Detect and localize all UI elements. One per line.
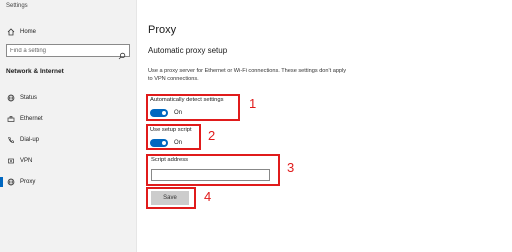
app-title: Settings: [6, 3, 28, 9]
home-icon: [7, 28, 15, 36]
annotation-box: [146, 124, 201, 150]
section-title: Automatic proxy setup: [148, 46, 228, 55]
sidebar-item-label: Proxy: [20, 179, 36, 185]
section-heading: Network & Internet: [6, 68, 64, 75]
sidebar-item-vpn[interactable]: VPN: [0, 154, 136, 168]
annotation-number: 2: [208, 128, 216, 143]
sidebar-item-label: VPN: [20, 158, 33, 164]
sidebar-item-label: Ethernet: [20, 116, 43, 122]
sidebar-item-dial-up[interactable]: Dial-up: [0, 133, 136, 147]
annotation-box: [146, 187, 196, 209]
sidebar-item-home[interactable]: Home: [0, 25, 136, 39]
vpn-icon: [7, 157, 15, 165]
sidebar: Settings Home Network & Internet Status …: [0, 0, 137, 252]
sidebar-item-proxy[interactable]: Proxy: [0, 175, 136, 189]
sidebar-item-status[interactable]: Status: [0, 91, 136, 105]
globe-icon: [7, 178, 15, 186]
search-input[interactable]: [10, 45, 114, 56]
sidebar-item-label: Dial-up: [20, 137, 40, 143]
annotation-number: 3: [287, 160, 295, 175]
search-icon[interactable]: [118, 47, 126, 60]
sidebar-item-ethernet[interactable]: Ethernet: [0, 112, 136, 126]
phone-icon: [7, 136, 15, 144]
ethernet-icon: [7, 115, 15, 123]
sidebar-item-label: Home: [20, 29, 37, 35]
globe-icon: [7, 94, 15, 102]
annotation-number: 1: [249, 96, 257, 111]
page-title: Proxy: [148, 24, 177, 36]
description-text: Use a proxy server for Ethernet or Wi-Fi…: [148, 68, 347, 82]
search-box[interactable]: [6, 44, 130, 60]
annotation-number: 4: [204, 189, 212, 204]
sidebar-item-label: Status: [20, 95, 38, 101]
annotation-box: [146, 94, 240, 121]
annotation-box: [146, 154, 280, 186]
